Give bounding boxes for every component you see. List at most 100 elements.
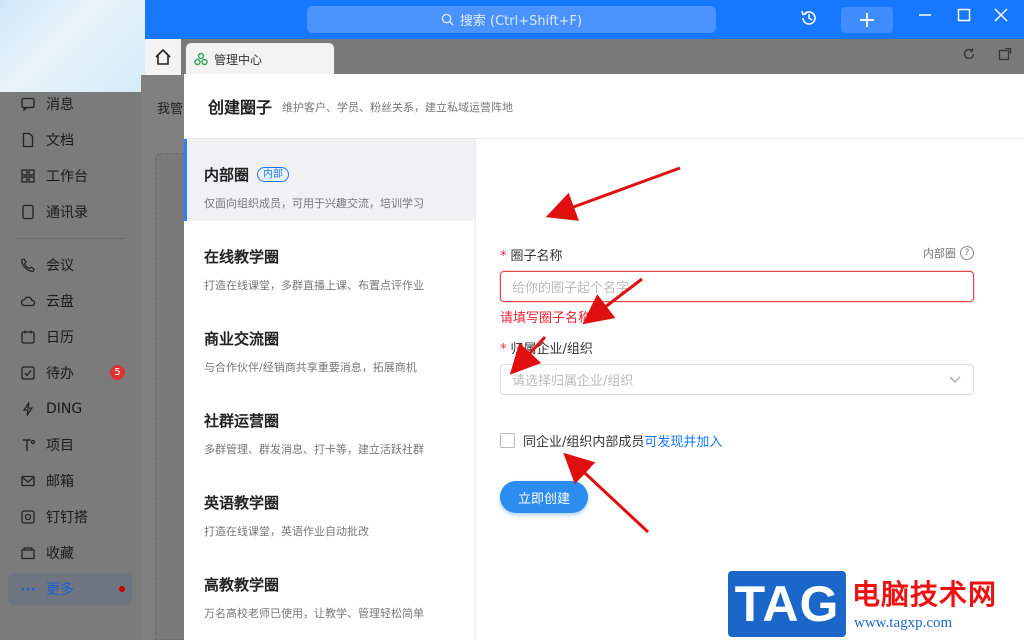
search-placeholder: 搜索 (Ctrl+Shift+F) bbox=[459, 14, 583, 29]
document-icon bbox=[20, 132, 36, 148]
search-icon bbox=[441, 13, 454, 26]
org-label: 归属企业/组织 bbox=[510, 342, 593, 357]
more-icon bbox=[20, 581, 36, 597]
org-select[interactable]: 请选择归属企业/组织 bbox=[500, 364, 974, 395]
sidebar-item-label: 收藏 bbox=[46, 546, 74, 562]
circle-type-item[interactable]: 高教教学圈 万名高校老师已使用，让教学、管理轻松简单 bbox=[184, 549, 475, 631]
circle-type-item[interactable]: 社群运营圈 多群管理、群发消息、打卡等，建立活跃社群 bbox=[184, 385, 475, 467]
type-hint: 内部圈 ? bbox=[923, 245, 974, 261]
sidebar-item[interactable]: 会议 bbox=[8, 249, 132, 281]
add-button[interactable]: + bbox=[841, 7, 893, 33]
grid-icon bbox=[20, 168, 36, 184]
sidebar-item-label: 会议 bbox=[46, 258, 74, 274]
sidebar-item[interactable]: 云盘 bbox=[8, 285, 132, 317]
todo-count-badge: 5 bbox=[110, 365, 125, 380]
sidebar-item-label: DING bbox=[46, 401, 83, 417]
discoverable-checkbox[interactable] bbox=[500, 433, 515, 448]
sidebar-item[interactable]: 日历 bbox=[8, 321, 132, 353]
internal-tag: 内部 bbox=[257, 167, 290, 182]
circle-type-desc: 打造在线课堂，英语作业自动批改 bbox=[204, 525, 369, 538]
type-hint-text: 内部圈 bbox=[923, 247, 956, 260]
sidebar-item[interactable]: DING bbox=[8, 393, 132, 425]
circle-type-desc: 仅面向组织成员，可用于兴趣交流，培训学习 bbox=[204, 197, 424, 210]
sidebar-item-label: 待办 bbox=[46, 366, 74, 382]
home-tab[interactable] bbox=[145, 39, 181, 75]
sidebar-item[interactable]: 收藏 bbox=[8, 537, 132, 569]
open-external-icon[interactable] bbox=[998, 47, 1012, 61]
circle-name-placeholder: 给你的圈子起个名字 bbox=[512, 281, 630, 296]
circle-type-title: 社群运营圈 bbox=[204, 412, 280, 430]
contacts-icon bbox=[20, 204, 36, 220]
sidebar-item-label: 钉钉搭 bbox=[46, 510, 88, 526]
project-icon bbox=[20, 437, 36, 453]
todo-icon bbox=[20, 365, 36, 381]
search-input[interactable]: 搜索 (Ctrl+Shift+F) bbox=[307, 6, 716, 33]
close-icon[interactable] bbox=[994, 8, 1008, 22]
calendar-icon bbox=[20, 329, 36, 345]
favorite-icon bbox=[20, 545, 36, 561]
sidebar-item[interactable]: 工作台 bbox=[8, 160, 132, 192]
required-mark: * bbox=[500, 342, 507, 357]
circle-type-desc: 打造在线课堂，多群直播上课、布置点评作业 bbox=[204, 279, 424, 292]
org-label-row: * 归属企业/组织 bbox=[500, 338, 593, 357]
circle-name-input[interactable]: 给你的圈子起个名字 bbox=[500, 271, 974, 302]
sidebar-item-label: 日历 bbox=[46, 330, 74, 346]
dialog-subtitle: 维护客户、学员、粉丝关系，建立私域运营阵地 bbox=[282, 101, 514, 114]
discoverable-link[interactable]: 可发现并加入 bbox=[644, 435, 722, 450]
sidebar-item-label: 通讯录 bbox=[46, 205, 88, 221]
ding-icon bbox=[20, 401, 36, 417]
minimize-icon[interactable] bbox=[918, 8, 932, 22]
org-select-placeholder: 请选择归属企业/组织 bbox=[512, 374, 634, 389]
sidebar-item[interactable]: 项目 bbox=[8, 429, 132, 461]
watermark-site-name: 电脑技术网 bbox=[852, 578, 998, 611]
help-icon[interactable]: ? bbox=[960, 246, 974, 260]
sidebar-item-label: 更多 bbox=[46, 582, 74, 598]
dialog-header: 创建圈子 维护客户、学员、粉丝关系，建立私域运营阵地 bbox=[184, 74, 1024, 139]
phone-icon bbox=[20, 257, 36, 273]
circle-type-list: 内部圈 内部 仅面向组织成员，可用于兴趣交流，培训学习 在线教学圈 打造在线课堂… bbox=[184, 139, 476, 640]
discoverable-row: 同企业/组织内部成员可发现并加入 bbox=[500, 431, 722, 450]
circle-type-item[interactable]: 商业交流圈 与合作伙伴/经销商共享重要消息，拓展商机 bbox=[184, 303, 475, 385]
refresh-icon[interactable] bbox=[962, 47, 976, 61]
sidebar-item-label: 文档 bbox=[46, 133, 74, 149]
circle-type-desc: 与合作伙伴/经销商共享重要消息，拓展商机 bbox=[204, 361, 417, 374]
builder-icon bbox=[20, 509, 36, 525]
required-mark: * bbox=[500, 249, 507, 264]
tab-label: 管理中心 bbox=[214, 52, 263, 67]
sidebar-item[interactable]: 更多 bbox=[8, 573, 132, 605]
sidebar-item[interactable]: 消息 bbox=[8, 88, 132, 120]
circle-type-title: 商业交流圈 bbox=[204, 330, 280, 348]
tab-management-center[interactable]: 管理中心 bbox=[186, 43, 334, 75]
sidebar-item[interactable]: 通讯录 bbox=[8, 196, 132, 228]
create-now-button[interactable]: 立即创建 bbox=[500, 481, 588, 513]
sidebar-item-label: 项目 bbox=[46, 438, 74, 454]
name-label: 圈子名称 bbox=[510, 249, 563, 264]
circle-type-title: 高教教学圈 bbox=[204, 576, 280, 594]
sidebar-item[interactable]: 邮箱 bbox=[8, 465, 132, 497]
create-circle-form: * 圈子名称 内部圈 ? 给你的圈子起个名字 请填写圈子名称 * 归属企业/组织 请… bbox=[500, 139, 1000, 640]
circle-type-title: 在线教学圈 bbox=[204, 248, 280, 266]
sidebar-item[interactable]: 文档 bbox=[8, 124, 132, 156]
create-circle-dialog: 创建圈子 维护客户、学员、粉丝关系，建立私域运营阵地 内部圈 内部 仅面向组织成… bbox=[184, 74, 1024, 640]
home-icon bbox=[155, 48, 171, 65]
sidebar-item-label: 消息 bbox=[46, 97, 74, 113]
background-label: 我管 bbox=[157, 102, 184, 117]
circle-type-desc: 多群管理、群发消息、打卡等，建立活跃社群 bbox=[204, 443, 424, 456]
circle-type-desc: 万名高校老师已使用，让教学、管理轻松简单 bbox=[204, 607, 424, 620]
circle-type-item[interactable]: 内部圈 内部 仅面向组织成员，可用于兴趣交流，培训学习 bbox=[184, 139, 475, 221]
circle-type-title: 英语教学圈 bbox=[204, 494, 280, 512]
circle-type-item[interactable]: 在线教学圈 打造在线课堂，多群直播上课、布置点评作业 bbox=[184, 221, 475, 303]
circle-type-item[interactable]: 英语教学圈 打造在线课堂，英语作业自动批改 bbox=[184, 467, 475, 549]
sidebar-item[interactable]: 钉钉搭 bbox=[8, 501, 132, 533]
sidebar-item-label: 邮箱 bbox=[46, 474, 74, 490]
profile-area[interactable] bbox=[0, 0, 145, 92]
discoverable-text: 同企业/组织内部成员可发现并加入 bbox=[523, 431, 722, 450]
name-error-message: 请填写圈子名称 bbox=[500, 311, 592, 326]
cloud-icon bbox=[20, 293, 36, 309]
watermark-url: www.tagxp.com bbox=[854, 615, 953, 631]
history-icon[interactable] bbox=[799, 8, 819, 28]
circle-type-title: 内部圈 bbox=[204, 166, 250, 184]
sidebar-divider bbox=[16, 238, 124, 239]
maximize-icon[interactable] bbox=[957, 8, 971, 22]
discoverable-label: 同企业/组织内部成员 bbox=[523, 435, 645, 450]
